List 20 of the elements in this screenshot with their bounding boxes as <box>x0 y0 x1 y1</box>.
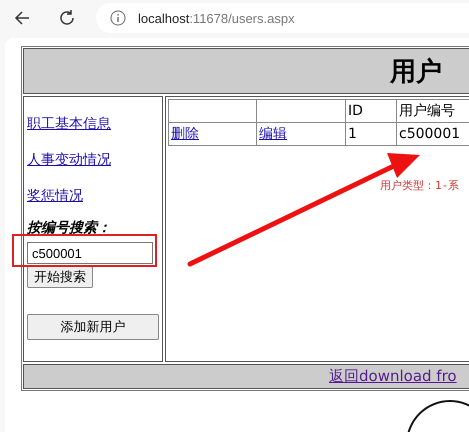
url-text: localhost:11678/users.aspx <box>138 10 295 26</box>
table-cell: c500001 <box>397 123 469 146</box>
user-type-note: 用户类型：1-系 <box>380 178 460 193</box>
address-bar[interactable]: localhost:11678/users.aspx <box>96 3 469 33</box>
search-field[interactable]: c500001 <box>27 242 153 264</box>
page-title: 用户 <box>390 56 442 88</box>
add-user-button[interactable]: 添加新用户 <box>27 314 159 340</box>
nav-link[interactable]: 人事变动情况 <box>27 151 159 169</box>
edit-link[interactable]: 编辑 <box>259 125 287 143</box>
nav-link[interactable]: 奖惩情况 <box>27 187 159 205</box>
column-header: 用户编号 <box>397 100 469 123</box>
circle-drawing <box>405 399 469 432</box>
nav-link[interactable]: 职工基本信息 <box>27 115 159 133</box>
back-link[interactable]: 返回download fro <box>329 367 457 386</box>
search-label: 按编号搜索： <box>27 219 112 237</box>
info-icon <box>110 10 126 26</box>
delete-link[interactable]: 删除 <box>171 125 199 143</box>
table-cell: 1 <box>346 123 397 146</box>
column-header: ID <box>346 100 397 123</box>
search-button[interactable]: 开始搜索 <box>27 266 93 288</box>
